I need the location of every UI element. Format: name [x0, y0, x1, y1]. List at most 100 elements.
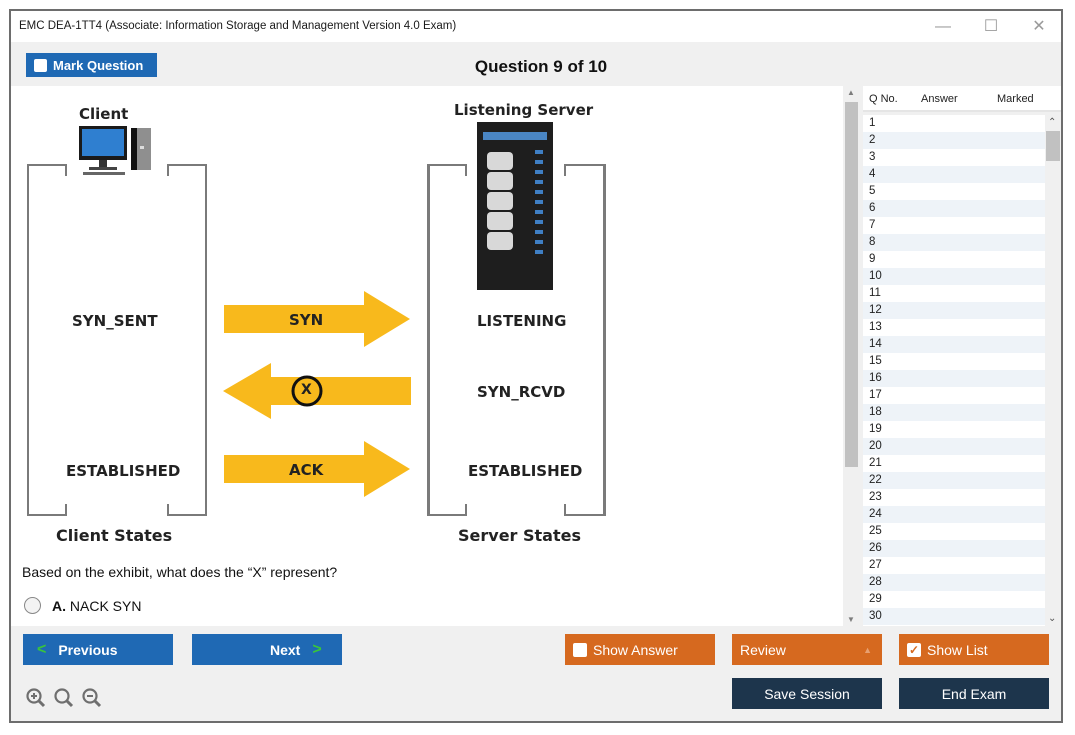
end-exam-button[interactable]: End Exam: [899, 678, 1049, 709]
zoom-controls: [25, 687, 103, 709]
server-rack-icon: [477, 122, 553, 290]
list-scroll-thumb[interactable]: [1046, 131, 1060, 161]
question-list-row[interactable]: 11: [863, 285, 1045, 302]
chevron-left-icon: <: [37, 640, 47, 658]
question-content: Client SYN_SENT ESTABLISHED Client State…: [11, 86, 843, 626]
column-marked[interactable]: Marked: [997, 93, 1034, 105]
question-list-row[interactable]: 8: [863, 234, 1045, 251]
scroll-up-icon[interactable]: ▲: [847, 88, 855, 97]
client-state-syn-sent: SYN_SENT: [72, 312, 158, 330]
show-answer-button[interactable]: Show Answer: [565, 634, 715, 665]
server-state-listening: LISTENING: [477, 312, 567, 330]
client-state-established: ESTABLISHED: [66, 462, 181, 480]
question-list-row[interactable]: 2: [863, 132, 1045, 149]
question-list-row[interactable]: 29: [863, 591, 1045, 608]
show-answer-checkbox[interactable]: [573, 642, 587, 657]
close-button[interactable]: ✕: [1016, 15, 1062, 39]
next-button[interactable]: Next >: [192, 634, 342, 665]
x-arrow: [223, 363, 411, 419]
column-answer[interactable]: Answer: [921, 93, 958, 105]
question-list-scrollbar[interactable]: ⌃ ⌄: [1045, 115, 1061, 626]
list-scroll-down-icon[interactable]: ⌄: [1048, 613, 1056, 624]
maximize-button[interactable]: ☐: [968, 15, 1014, 39]
show-list-label: Show List: [927, 641, 988, 658]
x-arrow-label: X: [301, 382, 312, 398]
mark-question-label: Mark Question: [53, 57, 144, 73]
column-qno[interactable]: Q No.: [869, 93, 898, 105]
client-bracket-tick: [167, 164, 169, 176]
question-list-row[interactable]: 14: [863, 336, 1045, 353]
question-list-row[interactable]: 30: [863, 608, 1045, 625]
question-list-row[interactable]: 27: [863, 557, 1045, 574]
content-scrollbar[interactable]: ▲ ▼: [843, 86, 860, 626]
title-bar: EMC DEA-1TT4 (Associate: Information Sto…: [11, 11, 1061, 42]
show-list-checkbox-checked[interactable]: ✓: [907, 642, 921, 657]
question-list-row[interactable]: 22: [863, 472, 1045, 489]
mark-question-button[interactable]: Mark Question: [26, 53, 157, 77]
question-list-row[interactable]: 15: [863, 353, 1045, 370]
question-list-header: Q No. Answer Marked: [863, 86, 1061, 112]
client-bracket-tick: [65, 164, 67, 176]
window-title: EMC DEA-1TT4 (Associate: Information Sto…: [19, 20, 457, 32]
question-list-row[interactable]: 25: [863, 523, 1045, 540]
minimize-button[interactable]: —: [920, 15, 966, 39]
answer-option-a[interactable]: A. NACK SYN: [24, 597, 141, 614]
question-list-row[interactable]: 12: [863, 302, 1045, 319]
option-a-text: NACK SYN: [69, 597, 142, 614]
question-counter: Question 9 of 10: [474, 57, 608, 76]
question-list-row[interactable]: 17: [863, 387, 1045, 404]
client-bracket-top-left: [27, 164, 67, 166]
server-state-established: ESTABLISHED: [468, 462, 583, 480]
previous-button[interactable]: < Previous: [23, 634, 173, 665]
question-list-row[interactable]: 16: [863, 370, 1045, 387]
syn-arrow-label: SYN: [289, 311, 324, 329]
client-states-label: Client States: [56, 526, 173, 545]
question-list-row[interactable]: 23: [863, 489, 1045, 506]
show-list-button[interactable]: ✓ Show List: [899, 634, 1049, 665]
mark-question-checkbox[interactable]: [34, 58, 47, 72]
question-list-row[interactable]: 6: [863, 200, 1045, 217]
question-list: 1 2 3 4 5 6 7 8 9 10 11 12 13 14 15 16 17 18 19 20 21 22 23 24 2…: [863, 115, 1045, 626]
scroll-down-icon[interactable]: ▼: [847, 615, 855, 624]
review-label: Review: [740, 641, 786, 658]
question-list-row[interactable]: 10: [863, 268, 1045, 285]
previous-label: Previous: [58, 641, 118, 658]
app-window: EMC DEA-1TT4 (Associate: Information Sto…: [9, 9, 1063, 723]
question-list-row[interactable]: 7: [863, 217, 1045, 234]
question-list-row[interactable]: 21: [863, 455, 1045, 472]
review-dropdown[interactable]: Review ▲: [732, 634, 882, 665]
zoom-in-icon[interactable]: [25, 687, 47, 709]
save-session-button[interactable]: Save Session: [732, 678, 882, 709]
caret-up-icon: ▲: [863, 644, 872, 655]
next-label: Next: [270, 641, 301, 658]
question-list-row[interactable]: 26: [863, 540, 1045, 557]
server-title: Listening Server: [454, 101, 594, 119]
question-list-row[interactable]: 28: [863, 574, 1045, 591]
server-states-label: Server States: [458, 526, 581, 545]
zoom-out-icon[interactable]: [81, 687, 103, 709]
client-title: Client: [79, 105, 129, 123]
server-state-bracket: [427, 164, 430, 516]
question-list-row[interactable]: 1: [863, 115, 1045, 132]
option-a-radio[interactable]: [24, 597, 41, 614]
option-a-letter: A.: [52, 597, 66, 614]
question-list-row[interactable]: 18: [863, 404, 1045, 421]
question-list-row[interactable]: 19: [863, 421, 1045, 438]
content-scroll-thumb[interactable]: [845, 102, 858, 467]
show-answer-label: Show Answer: [593, 641, 678, 658]
server-state-syn-rcvd: SYN_RCVD: [477, 383, 566, 401]
client-bracket-top-right: [167, 164, 207, 166]
chevron-right-icon: >: [312, 640, 322, 658]
question-list-row[interactable]: 9: [863, 251, 1045, 268]
zoom-reset-icon[interactable]: [53, 687, 75, 709]
question-list-row[interactable]: 5: [863, 183, 1045, 200]
ack-arrow-label: ACK: [289, 461, 324, 479]
question-list-row[interactable]: 3: [863, 149, 1045, 166]
question-list-row[interactable]: 13: [863, 319, 1045, 336]
question-list-row[interactable]: 20: [863, 438, 1045, 455]
question-list-row[interactable]: 4: [863, 166, 1045, 183]
question-text: Based on the exhibit, what does the “X” …: [22, 564, 338, 580]
list-scroll-up-icon[interactable]: ⌃: [1048, 117, 1056, 128]
question-list-row[interactable]: 24: [863, 506, 1045, 523]
question-list-panel: Q No. Answer Marked 1 2 3 4 5 6 7 8 9 10 11 12 13 14 1…: [863, 86, 1061, 626]
